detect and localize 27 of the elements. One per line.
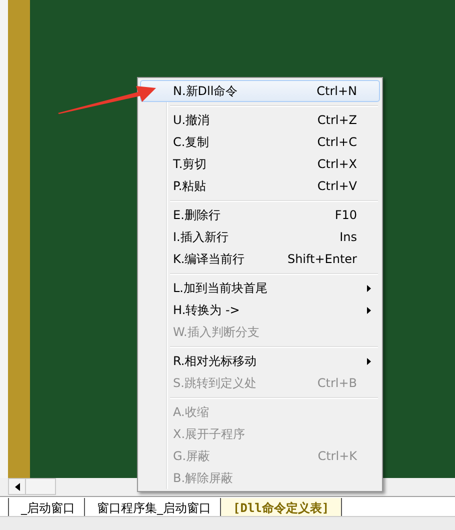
shortcut-label: Ctrl+X: [317, 157, 357, 171]
menu-item-label: W.插入判断分支: [173, 324, 260, 340]
shortcut-label: F10: [334, 208, 357, 222]
shortcut-label: Ctrl+K: [318, 449, 357, 463]
shortcut-label: Ctrl+N: [316, 84, 357, 98]
menu-item-label: U.撤消: [173, 112, 211, 128]
menu-item-label: P.粘贴: [173, 178, 208, 194]
shortcut-label: Ctrl+B: [317, 376, 357, 390]
menu-item-label: C.复制: [173, 134, 210, 150]
menu-item-label: B.解除屏蔽: [173, 470, 234, 486]
menu-item-label: T.剪切: [173, 156, 208, 172]
shortcut-label: Ins: [340, 230, 357, 244]
menu-item-label: A.收缩: [173, 404, 210, 420]
menu-item-label: H.转换为 ->: [173, 302, 241, 318]
menu-item-label: R.相对光标移动: [173, 352, 258, 370]
menu-item-label: K.编译当前行: [173, 250, 246, 268]
menu-item-label: S.跳转到定义处: [173, 374, 258, 392]
menu-item-label: N.新Dll命令: [173, 82, 239, 100]
shortcut-label: Ctrl+V: [317, 179, 357, 193]
menu-item-label: E.删除行: [173, 206, 222, 224]
shortcut-label: Shift+Enter: [287, 252, 357, 266]
shortcut-label: Ctrl+C: [317, 135, 357, 149]
menu-item-label: G.屏蔽: [173, 448, 212, 464]
menu-item-label: I.插入新行: [173, 228, 230, 246]
menu-item-label: X.展开子程序: [173, 426, 246, 442]
menu-item-label: L.加到当前块首尾: [173, 280, 268, 296]
shortcut-label: Ctrl+Z: [317, 113, 357, 127]
